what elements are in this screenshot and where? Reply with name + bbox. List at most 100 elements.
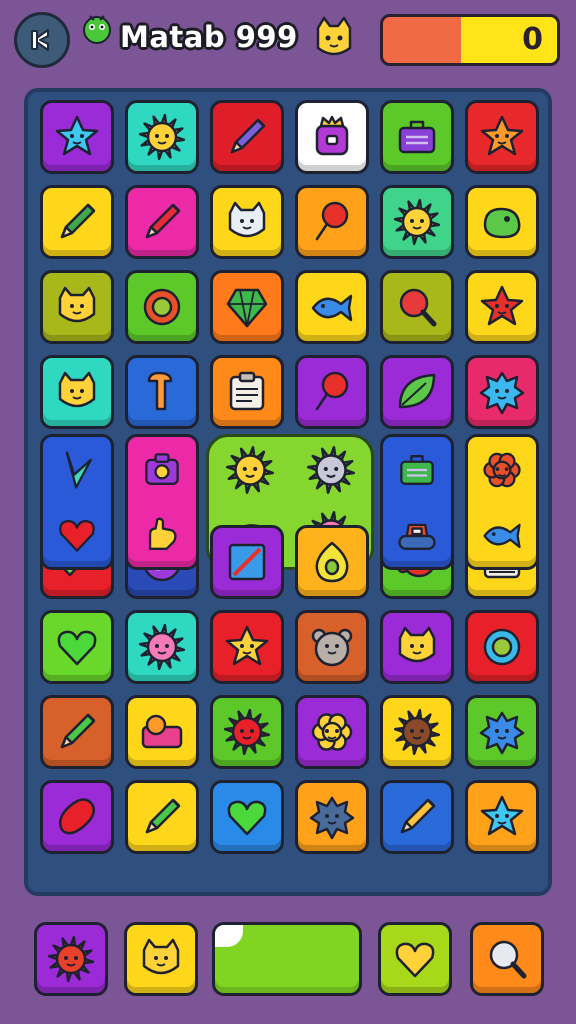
board-tile[interactable] bbox=[125, 780, 199, 854]
heart-booster-button[interactable] bbox=[378, 922, 452, 996]
lollipop-icon bbox=[315, 371, 349, 411]
hand-icon bbox=[148, 517, 177, 550]
board-tile[interactable] bbox=[295, 185, 369, 259]
board-tile[interactable] bbox=[380, 695, 454, 769]
board-tile[interactable] bbox=[295, 525, 369, 599]
board-tile[interactable] bbox=[210, 270, 284, 344]
cat-icon bbox=[58, 286, 96, 323]
board-tile[interactable] bbox=[210, 780, 284, 854]
board-tile[interactable] bbox=[40, 185, 114, 259]
splat-icon bbox=[479, 711, 525, 755]
board-tile[interactable] bbox=[40, 780, 114, 854]
blob-icon bbox=[483, 207, 521, 239]
board-tile[interactable] bbox=[295, 610, 369, 684]
search-booster-button[interactable] bbox=[470, 922, 544, 996]
board-tile[interactable] bbox=[380, 185, 454, 259]
board-tile[interactable] bbox=[465, 780, 539, 854]
board-tile[interactable] bbox=[40, 610, 114, 684]
board-tile[interactable] bbox=[295, 695, 369, 769]
board-tile[interactable] bbox=[465, 100, 539, 174]
board-tile[interactable] bbox=[125, 270, 199, 344]
lollipop-icon bbox=[315, 201, 349, 241]
flower-icon bbox=[483, 452, 521, 487]
sun-icon bbox=[306, 445, 355, 494]
board-tile[interactable] bbox=[40, 695, 114, 769]
board-tile[interactable] bbox=[380, 100, 454, 174]
board-tile[interactable] bbox=[125, 610, 199, 684]
board-tile[interactable] bbox=[125, 100, 199, 174]
heart-icon bbox=[57, 630, 97, 666]
pencil-icon bbox=[60, 713, 96, 749]
cat-icon bbox=[228, 201, 266, 238]
magnifier-icon bbox=[399, 288, 437, 327]
board-tile[interactable] bbox=[465, 695, 539, 769]
board-tile[interactable] bbox=[380, 270, 454, 344]
magnifier-icon bbox=[489, 940, 527, 979]
game-board bbox=[24, 88, 552, 896]
pencil-icon bbox=[145, 203, 181, 239]
board-tile[interactable] bbox=[210, 355, 284, 429]
ring-icon bbox=[143, 288, 181, 326]
hook-icon bbox=[147, 371, 173, 411]
board-tile-double[interactable] bbox=[380, 434, 454, 570]
board-tile[interactable] bbox=[210, 185, 284, 259]
board-tile[interactable] bbox=[40, 355, 114, 429]
board-tile[interactable] bbox=[295, 100, 369, 174]
back-button[interactable] bbox=[14, 12, 70, 68]
meter-track: 0 bbox=[461, 17, 557, 63]
board-tile-double[interactable] bbox=[465, 434, 539, 570]
meter-fill bbox=[383, 17, 462, 63]
board-tile[interactable] bbox=[465, 355, 539, 429]
bean-icon bbox=[59, 798, 95, 835]
crown-box-icon bbox=[315, 115, 349, 156]
progress-meter: 0 bbox=[380, 14, 560, 66]
pencil-icon bbox=[400, 798, 436, 834]
cat-booster-button[interactable] bbox=[124, 922, 198, 996]
board-tile-double[interactable] bbox=[125, 434, 199, 570]
board-tile[interactable] bbox=[125, 355, 199, 429]
board-tile[interactable] bbox=[125, 695, 199, 769]
board-tile[interactable] bbox=[465, 185, 539, 259]
sun-icon bbox=[393, 198, 441, 246]
pencil-icon bbox=[60, 203, 96, 239]
cat-icon bbox=[398, 626, 436, 663]
briefcase-icon bbox=[398, 120, 436, 154]
sun-icon bbox=[393, 708, 441, 756]
star-icon bbox=[480, 795, 524, 836]
sun-booster-button[interactable] bbox=[34, 922, 108, 996]
board-tile[interactable] bbox=[465, 270, 539, 344]
sun-icon bbox=[225, 445, 274, 494]
board-tile[interactable] bbox=[465, 610, 539, 684]
heart-icon bbox=[227, 800, 267, 836]
board-tile[interactable] bbox=[40, 270, 114, 344]
board-tile-double[interactable] bbox=[40, 434, 114, 570]
score-value: 0 bbox=[522, 22, 543, 57]
board-tile[interactable] bbox=[210, 695, 284, 769]
flower-icon bbox=[311, 713, 353, 751]
game-title: Matab 999 bbox=[120, 20, 298, 54]
board-tile[interactable] bbox=[295, 270, 369, 344]
board-tile[interactable] bbox=[295, 780, 369, 854]
board-tile[interactable] bbox=[125, 185, 199, 259]
board-tile[interactable] bbox=[380, 610, 454, 684]
bear-icon bbox=[311, 628, 353, 667]
board-tile[interactable] bbox=[380, 355, 454, 429]
board-tile[interactable] bbox=[210, 525, 284, 599]
star-icon bbox=[480, 115, 524, 156]
heart-icon bbox=[59, 519, 95, 552]
sun-icon bbox=[223, 708, 271, 756]
power-bar[interactable] bbox=[212, 922, 362, 996]
board-tile[interactable] bbox=[210, 610, 284, 684]
board-tile[interactable] bbox=[295, 355, 369, 429]
cat-icon bbox=[142, 938, 180, 975]
egg-icon bbox=[315, 541, 349, 583]
bottom-bar bbox=[0, 914, 576, 1024]
star-icon bbox=[225, 625, 269, 666]
board-tile[interactable] bbox=[380, 780, 454, 854]
board-tile[interactable] bbox=[210, 100, 284, 174]
briefcase-icon bbox=[400, 454, 434, 485]
arrow-icon bbox=[65, 450, 92, 489]
yellow-cat-icon bbox=[316, 16, 352, 56]
heart-icon bbox=[395, 942, 435, 978]
board-tile[interactable] bbox=[40, 100, 114, 174]
